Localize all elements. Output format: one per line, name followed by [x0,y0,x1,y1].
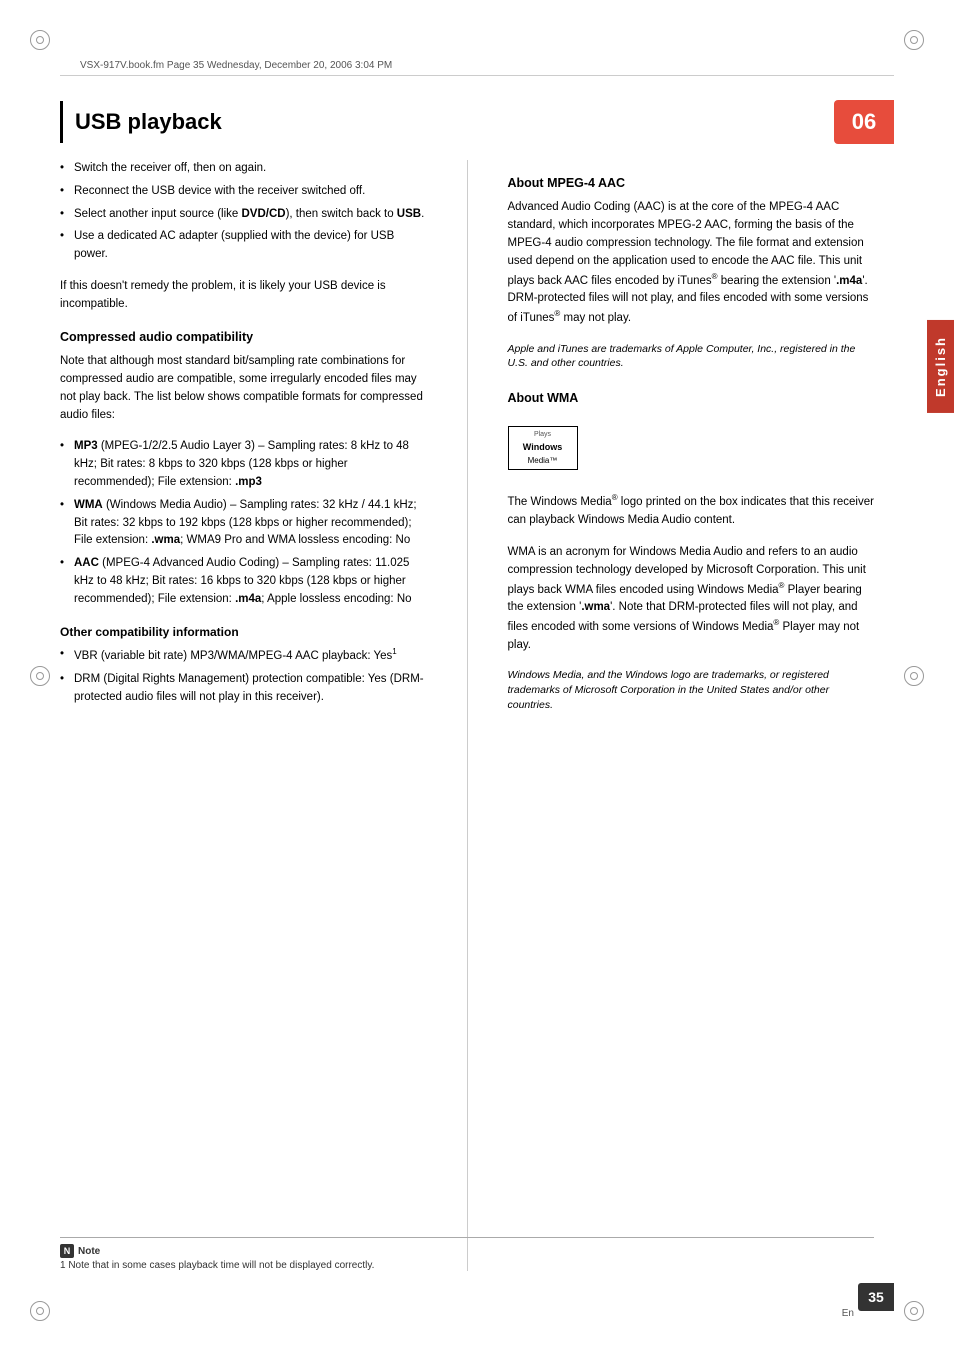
intro-bullets: Switch the receiver off, then on again. … [60,160,427,264]
format-aac: AAC (MPEG-4 Advanced Audio Coding) – Sam… [60,555,427,608]
page-number-en: En [842,1308,854,1319]
page-title: USB playback [60,101,222,143]
wma-italic: Windows Media, and the Windows logo are … [508,668,875,712]
note-section: N Note 1 Note that in some cases playbac… [60,1237,874,1271]
compressed-intro: Note that although most standard bit/sam… [60,353,427,424]
reg-mark-bl [30,1301,50,1321]
wma-logo-container: Plays Windows Media™ [508,416,875,480]
reg-mark-ml [30,666,50,686]
wma-logo-plays: Plays [534,430,551,441]
note-label-text: Note [78,1246,100,1257]
mpeg4-text: Advanced Audio Coding (AAC) is at the co… [508,199,875,327]
bullet-4: Use a dedicated AC adapter (supplied wit… [60,228,427,264]
wma-text1: The Windows Media® logo printed on the b… [508,492,875,529]
format-wma: WMA (Windows Media Audio) – Sampling rat… [60,497,427,550]
note-icon: N [60,1244,74,1258]
page-container: VSX-917V.book.fm Page 35 Wednesday, Dece… [0,0,954,1351]
other-bullet-1: VBR (variable bit rate) MP3/WMA/MPEG-4 A… [60,646,427,666]
reg-mark-br [904,1301,924,1321]
content-area: Switch the receiver off, then on again. … [60,160,874,1271]
bullet-1: Switch the receiver off, then on again. [60,160,427,178]
wma-logo-windows: Windows [523,441,562,455]
other-bullet-2: DRM (Digital Rights Management) protecti… [60,671,427,707]
title-section: USB playback 06 [60,100,894,144]
title-wrapper: USB playback [60,101,222,143]
mpeg4-heading: About MPEG-4 AAC [508,174,875,193]
wma-text2: WMA is an acronym for Windows Media Audi… [508,544,875,655]
bullet-2: Reconnect the USB device with the receiv… [60,183,427,201]
format-list: MP3 (MPEG-1/2/2.5 Audio Layer 3) – Sampl… [60,438,427,608]
note-text: 1 Note that in some cases playback time … [60,1260,374,1271]
wma-logo-box: Plays Windows Media™ [508,426,578,470]
language-tab: English [927,320,954,413]
wma-heading: About WMA [508,389,875,408]
column-divider [467,160,468,1271]
reg-mark-tl [30,30,50,50]
other-heading: Other compatibility information [60,623,427,642]
reg-mark-mr [904,666,924,686]
right-column: About MPEG-4 AAC Advanced Audio Coding (… [508,160,875,1271]
page-number-box: 35 [858,1283,894,1311]
wma-logo-media: Media™ [528,455,558,467]
compressed-heading: Compressed audio compatibility [60,328,427,347]
left-column: Switch the receiver off, then on again. … [60,160,427,1271]
format-mp3: MP3 (MPEG-1/2/2.5 Audio Layer 3) – Sampl… [60,438,427,491]
header-bar: VSX-917V.book.fm Page 35 Wednesday, Dece… [60,60,894,76]
file-info: VSX-917V.book.fm Page 35 Wednesday, Dece… [60,60,894,71]
bullet-3: Select another input source (like DVD/CD… [60,206,427,224]
mpeg4-italic: Apple and iTunes are trademarks of Apple… [508,342,875,371]
chapter-badge: 06 [834,100,894,144]
note-label: N Note [60,1244,874,1258]
reg-mark-tr [904,30,924,50]
intro-text: If this doesn't remedy the problem, it i… [60,278,427,314]
other-bullets: VBR (variable bit rate) MP3/WMA/MPEG-4 A… [60,646,427,706]
